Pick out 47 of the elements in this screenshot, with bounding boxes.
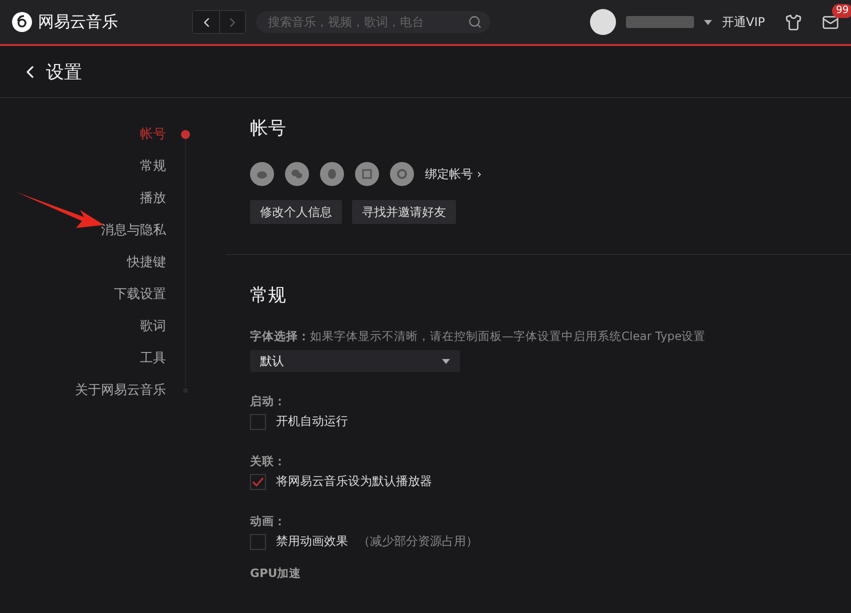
option-note: （减少部分资源占用）	[358, 533, 478, 550]
font-select[interactable]: 默认	[250, 350, 460, 372]
font-hint: 如果字体显示不清晰，请在控制面板—字体设置中启用系统Clear Type设置	[310, 329, 706, 343]
bind-account-link[interactable]: 绑定帐号 ›	[425, 166, 482, 182]
back-button[interactable]	[193, 11, 219, 33]
social-login-icon[interactable]	[355, 162, 379, 186]
font-label: 字体选择：	[250, 329, 310, 343]
social-login-icon[interactable]	[390, 162, 414, 186]
group-label: GPU加速	[250, 566, 302, 581]
group-label: 动画：	[250, 514, 287, 529]
nav-dot	[181, 130, 190, 138]
checkbox[interactable]	[250, 534, 266, 550]
mail-icon[interactable]	[822, 14, 839, 30]
section-title: 常规	[250, 284, 287, 307]
shirt-icon[interactable]	[785, 14, 802, 30]
checkbox[interactable]	[250, 474, 266, 490]
settings-nav-item[interactable]: 消息与隐私	[101, 221, 166, 239]
avatar[interactable]	[590, 9, 616, 35]
search-icon[interactable]	[468, 15, 482, 29]
option-label: 开机自动运行	[276, 413, 348, 430]
option-label: 将网易云音乐设为默认播放器	[276, 473, 432, 490]
caret-icon[interactable]	[704, 20, 712, 24]
social-login-icon[interactable]	[285, 162, 309, 186]
settings-nav-item[interactable]: 工具	[140, 349, 166, 367]
account-button[interactable]: 寻找并邀请好友	[352, 200, 456, 224]
section-title: 帐号	[250, 117, 287, 140]
logo-icon	[12, 12, 32, 32]
settings-nav-item[interactable]: 快捷键	[127, 253, 166, 271]
settings-nav-item[interactable]: 播放	[140, 189, 166, 207]
group-label: 关联：	[250, 454, 287, 469]
group-label: 启动：	[250, 394, 287, 409]
nav-dot	[183, 388, 188, 392]
social-login-icon[interactable]	[250, 162, 274, 186]
vip-link[interactable]: 开通VIP	[722, 14, 765, 30]
search-field[interactable]: 搜索音乐，视频，歌词，电台	[256, 11, 490, 33]
social-login-icon[interactable]	[320, 162, 344, 186]
account-button[interactable]: 修改个人信息	[250, 200, 342, 224]
blurred-username	[626, 16, 694, 28]
settings-back-button[interactable]: 设置	[20, 60, 82, 84]
settings-nav-item[interactable]: 常规	[140, 157, 166, 175]
settings-nav-item[interactable]: 歌词	[140, 317, 166, 335]
app-name: 网易云音乐	[38, 12, 118, 32]
message-count: 99	[832, 4, 851, 18]
checkbox[interactable]	[250, 414, 266, 430]
settings-nav-item[interactable]: 下载设置	[114, 285, 166, 303]
option-label: 禁用动画效果	[276, 533, 348, 550]
settings-nav-item[interactable]: 关于网易云音乐	[75, 381, 166, 399]
